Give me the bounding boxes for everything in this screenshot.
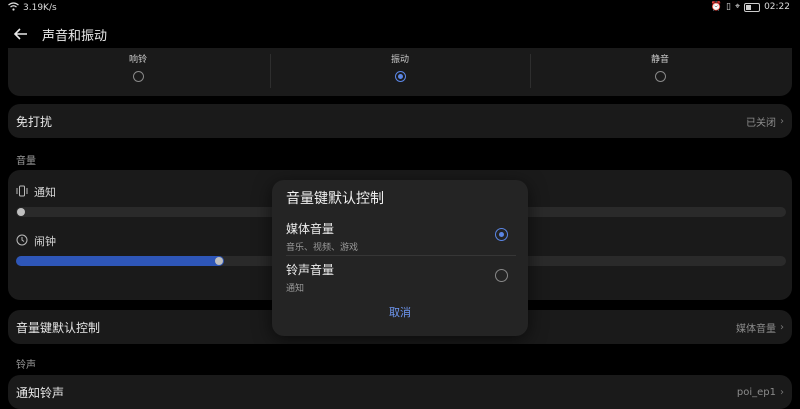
vibrate-icon: ▯ <box>726 2 731 12</box>
chevron-right-icon: › <box>780 115 784 127</box>
dialog-title: 音量键默认控制 <box>286 191 384 207</box>
mode-silent-label: 静音 <box>650 55 669 65</box>
volume-key-label: 音量键默认控制 <box>16 320 101 335</box>
battery-icon <box>744 2 761 12</box>
cancel-button[interactable]: 取消 <box>272 304 528 320</box>
location-icon: ⌖ <box>734 2 741 12</box>
dnd-label: 免打扰 <box>16 114 53 129</box>
mode-ring-radio[interactable] <box>132 71 144 82</box>
ringtone-section-title: 铃声 <box>16 360 36 371</box>
dnd-row[interactable]: 免打扰 已关闭 › <box>8 104 792 138</box>
dnd-value: 已关闭 <box>746 117 776 129</box>
dialog-option-ringer[interactable]: 铃声音量 通知 <box>286 261 516 294</box>
chevron-right-icon: › <box>780 386 784 398</box>
option-ringer-sub: 通知 <box>286 284 305 294</box>
alarm-volume-thumb[interactable] <box>214 257 223 265</box>
clock: 02:22 <box>764 2 790 12</box>
volume-key-dialog: 音量键默认控制 媒体音量 音乐、视频、游戏 铃声音量 通知 取消 <box>272 180 528 336</box>
vibrate-icon <box>16 185 28 200</box>
mode-ring-label: 响铃 <box>128 55 147 65</box>
notify-tone-label: 通知铃声 <box>16 385 65 400</box>
divider <box>286 255 516 256</box>
header: 声音和振动 <box>12 20 107 48</box>
page-title: 声音和振动 <box>42 28 108 44</box>
mode-vibrate-radio[interactable] <box>394 71 406 82</box>
mode-silent[interactable]: 静音 <box>530 52 790 82</box>
chevron-right-icon: › <box>780 321 784 333</box>
alarm-clock-icon: ⏰ <box>710 2 723 12</box>
volume-section-title: 音量 <box>16 156 36 167</box>
back-arrow-icon[interactable] <box>12 25 30 43</box>
alarm-volume-row: 闹钟 <box>16 233 56 249</box>
mode-silent-radio[interactable] <box>654 71 666 82</box>
alarm-volume-fill <box>16 256 224 266</box>
notify-volume-row: 通知 <box>16 184 56 200</box>
alarm-volume-label: 闹钟 <box>34 235 56 248</box>
option-media-sub: 音乐、视频、游戏 <box>286 243 359 253</box>
dialog-option-media[interactable]: 媒体音量 音乐、视频、游戏 <box>286 220 516 253</box>
mode-vibrate[interactable]: 振动 <box>270 52 530 82</box>
clock-icon <box>16 234 28 249</box>
notify-volume-thumb[interactable] <box>17 208 25 216</box>
ring-mode-card: 响铃 振动 静音 <box>8 48 792 96</box>
notify-tone-row[interactable]: 通知铃声 poi_ep1 › <box>8 375 792 409</box>
notify-volume-label: 通知 <box>34 186 56 199</box>
volume-key-value: 媒体音量 <box>736 323 776 335</box>
mode-vibrate-label: 振动 <box>390 55 409 65</box>
option-ringer-title: 铃声音量 <box>286 263 335 277</box>
option-media-radio[interactable] <box>495 228 508 241</box>
option-media-title: 媒体音量 <box>286 222 335 236</box>
option-ringer-radio[interactable] <box>495 269 508 282</box>
mode-ring[interactable]: 响铃 <box>8 52 268 82</box>
notify-tone-value: poi_ep1 <box>736 386 776 398</box>
status-bar: 3.19K/s ⏰ ▯ ⌖ 02:22 <box>0 0 800 16</box>
wifi-icon <box>8 2 19 14</box>
network-speed: 3.19K/s <box>23 3 57 13</box>
